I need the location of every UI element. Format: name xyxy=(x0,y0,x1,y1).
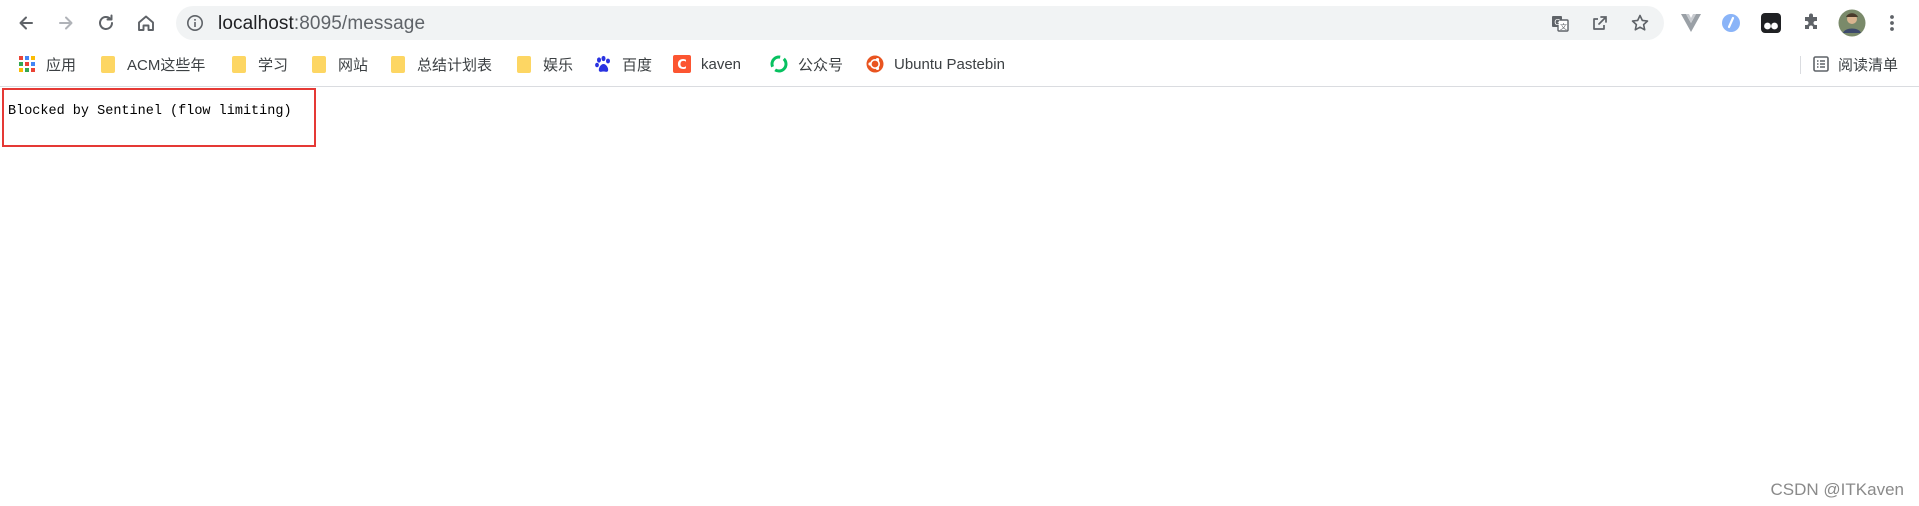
url-text[interactable]: localhost:8095/message xyxy=(218,14,425,33)
back-arrow-icon xyxy=(19,16,33,30)
bookmarks-bar: 应用 ACM这些年 学习 网站 总结计划表 娱乐 百度 C kaven 公众号 … xyxy=(0,48,1919,80)
svg-text:文: 文 xyxy=(1560,22,1567,31)
vue-devtools-icon[interactable] xyxy=(1679,11,1703,35)
folder-icon xyxy=(232,55,246,73)
bookmark-folder-entertainment[interactable]: 娱乐 xyxy=(515,52,573,76)
reading-list-button[interactable]: 阅读清单 xyxy=(1812,52,1898,76)
ubuntu-icon xyxy=(866,55,884,73)
bookmark-folder-websites[interactable]: 网站 xyxy=(310,52,368,76)
url-path: :8095/message xyxy=(293,13,426,34)
bookmarks-divider xyxy=(1800,56,1801,74)
reading-list-label: 阅读清单 xyxy=(1838,56,1899,74)
puzzle-icon[interactable] xyxy=(1799,11,1823,35)
folder-icon xyxy=(391,55,405,73)
page-content: Blocked by Sentinel (flow limiting) CSDN… xyxy=(0,87,1919,506)
bookmark-folder-plans[interactable]: 总结计划表 xyxy=(389,52,492,76)
bookmark-folder-study[interactable]: 学习 xyxy=(230,52,288,76)
svg-text:C: C xyxy=(677,58,687,73)
bookmark-label: Ubuntu Pastebin xyxy=(894,55,1005,73)
reload-icon xyxy=(99,14,113,30)
wechat-green-icon xyxy=(770,55,788,73)
kebab-menu-icon[interactable] xyxy=(1880,11,1904,35)
bookmark-kaven[interactable]: C kaven xyxy=(673,52,741,76)
bookmark-label: 应用 xyxy=(46,56,77,74)
bookmark-label: 娱乐 xyxy=(543,56,574,74)
bookmark-label: kaven xyxy=(701,55,742,73)
blocked-message: Blocked by Sentinel (flow limiting) xyxy=(8,104,292,119)
forward-button[interactable] xyxy=(50,7,82,39)
url-host: localhost xyxy=(218,13,294,34)
folder-icon xyxy=(517,55,531,73)
address-bar[interactable]: localhost:8095/message G文 xyxy=(176,6,1664,40)
bookmark-label: 总结计划表 xyxy=(417,56,493,74)
info-icon[interactable] xyxy=(186,14,204,32)
bookmark-label: 公众号 xyxy=(798,56,844,74)
bookmark-wechat[interactable]: 公众号 xyxy=(770,52,843,76)
apps-grid-icon xyxy=(19,56,35,72)
extension-blue-icon[interactable] xyxy=(1719,11,1743,35)
browser-toolbar: localhost:8095/message G文 xyxy=(0,0,1919,46)
star-icon[interactable] xyxy=(1630,13,1650,33)
bookmark-label: ACM这些年 xyxy=(127,56,206,74)
csdn-watermark: CSDN @ITKaven xyxy=(1770,480,1904,499)
forward-arrow-icon xyxy=(59,16,73,30)
browser-chrome: localhost:8095/message G文 应用 ACM这些年 学习 网… xyxy=(0,0,1919,87)
bookmark-folder-acm[interactable]: ACM这些年 xyxy=(99,52,205,76)
profile-avatar[interactable] xyxy=(1838,9,1866,37)
reading-list-icon xyxy=(1813,56,1829,72)
csdn-c-icon: C xyxy=(673,55,691,73)
bookmark-label: 学习 xyxy=(258,56,289,74)
bookmark-ubuntu-pastebin[interactable]: Ubuntu Pastebin xyxy=(866,52,1005,76)
folder-icon xyxy=(312,55,326,73)
reload-button[interactable] xyxy=(90,7,122,39)
bookmark-apps[interactable]: 应用 xyxy=(18,52,76,76)
tampermonkey-icon[interactable] xyxy=(1759,11,1783,35)
share-icon[interactable] xyxy=(1590,13,1610,33)
bookmark-baidu[interactable]: 百度 xyxy=(594,52,652,76)
translate-icon[interactable]: G文 xyxy=(1550,13,1570,33)
home-icon xyxy=(138,15,154,31)
folder-icon xyxy=(101,55,115,73)
bookmark-label: 百度 xyxy=(622,56,653,74)
bookmark-label: 网站 xyxy=(338,56,369,74)
back-button[interactable] xyxy=(10,7,42,39)
baidu-paw-icon xyxy=(595,55,610,72)
home-button[interactable] xyxy=(130,7,162,39)
